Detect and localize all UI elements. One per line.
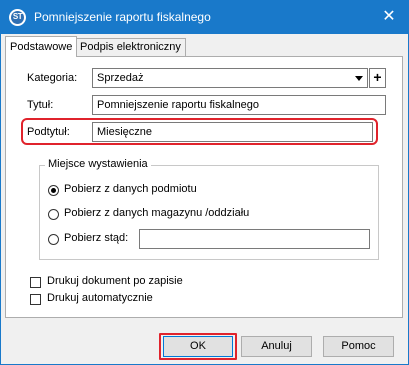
- tab-digital-signature[interactable]: Podpis elektroniczny: [75, 38, 186, 56]
- radio-from-here-label[interactable]: Pobierz stąd:: [64, 232, 128, 244]
- title-label: Tytuł:: [27, 99, 54, 111]
- add-category-button[interactable]: +: [369, 68, 386, 88]
- custom-place-input[interactable]: [139, 229, 370, 249]
- chevron-down-icon[interactable]: [355, 76, 363, 81]
- category-label: Kategoria:: [27, 72, 78, 84]
- subtitle-field[interactable]: Miesięczne: [92, 122, 373, 142]
- dialog-window: ST Pomniejszenie raportu fiskalnego ✕ Po…: [0, 0, 409, 365]
- print-after-save-label[interactable]: Drukuj dokument po zapisie: [47, 275, 183, 287]
- window-title: Pomniejszenie raportu fiskalnego: [34, 10, 211, 24]
- issue-place-legend: Miejsce wystawienia: [45, 158, 151, 170]
- tab-panel-basic: Kategoria: Sprzedaż + Tytuł: Pomniejszen…: [5, 56, 403, 318]
- print-auto-checkbox[interactable]: [30, 294, 41, 305]
- print-auto-label[interactable]: Drukuj automatycznie: [47, 292, 153, 304]
- radio-from-warehouse[interactable]: [48, 209, 59, 220]
- category-select[interactable]: Sprzedaż: [92, 68, 368, 88]
- app-logo-icon: ST: [9, 9, 26, 26]
- title-bar[interactable]: ST Pomniejszenie raportu fiskalnego ✕: [1, 1, 408, 34]
- ok-button[interactable]: OK: [163, 336, 233, 357]
- subtitle-label: Podtytuł:: [27, 126, 70, 138]
- tab-basic[interactable]: Podstawowe: [5, 36, 78, 57]
- radio-from-warehouse-label[interactable]: Pobierz z danych magazynu /oddziału: [64, 207, 249, 219]
- print-after-save-checkbox[interactable]: [30, 277, 41, 288]
- help-button[interactable]: Pomoc: [323, 336, 394, 357]
- radio-from-here[interactable]: [48, 234, 59, 245]
- title-field[interactable]: Pomniejszenie raportu fiskalnego: [92, 95, 386, 115]
- radio-from-entity-label[interactable]: Pobierz z danych podmiotu: [64, 183, 197, 195]
- cancel-button[interactable]: Anuluj: [241, 336, 312, 357]
- category-value: Sprzedaż: [97, 72, 144, 84]
- close-icon[interactable]: ✕: [376, 5, 402, 29]
- radio-from-entity[interactable]: [48, 185, 59, 196]
